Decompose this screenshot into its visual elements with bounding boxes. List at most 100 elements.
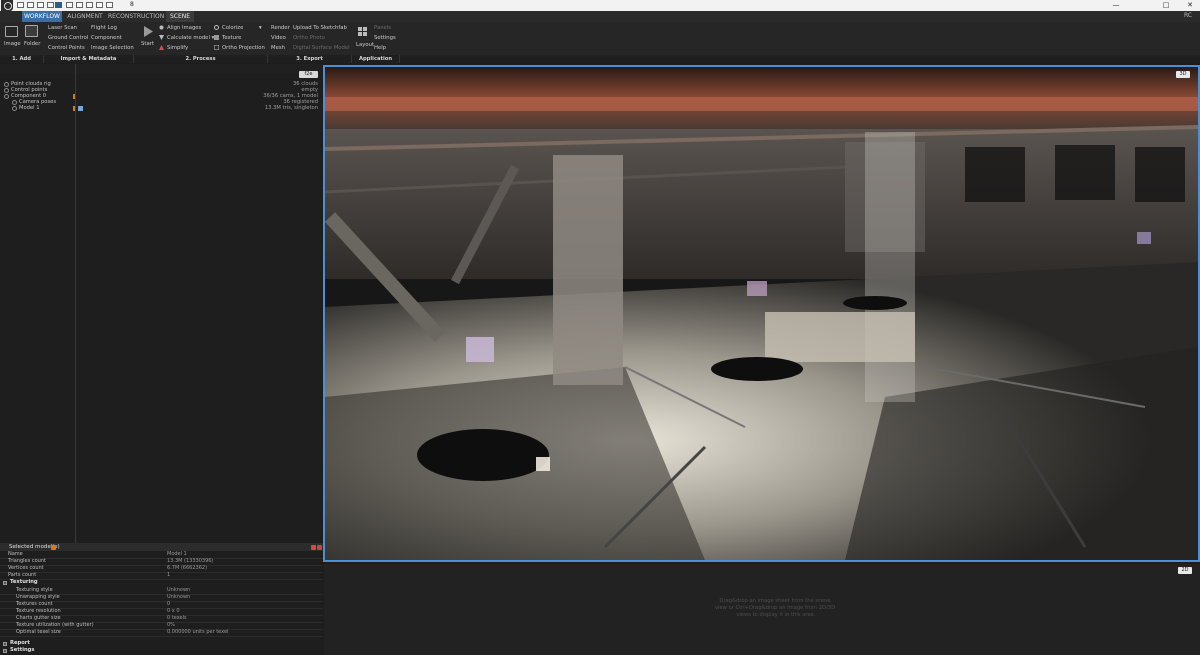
app-logo-icon[interactable] xyxy=(1,0,13,11)
section-texturing[interactable]: Texturing xyxy=(10,579,38,586)
colorize-button[interactable]: Colorize xyxy=(222,25,243,31)
calculate-model-button[interactable]: Calculate model ▾ xyxy=(167,35,214,41)
prop-value: 0.000000 units per texel xyxy=(167,629,229,635)
component-icon xyxy=(4,94,9,99)
drop-hint-line-3: views to display it in this area xyxy=(736,612,814,618)
help-button[interactable]: Help xyxy=(374,45,386,51)
quick-layout6-icon[interactable] xyxy=(96,2,103,8)
prop-key: Texture resolution xyxy=(16,608,61,614)
point-clouds-icon xyxy=(4,82,9,87)
texturing-expand-icon[interactable] xyxy=(3,581,7,585)
section-process: 2. Process xyxy=(134,55,268,63)
texture-button[interactable]: Texture xyxy=(222,35,241,41)
settings-expand-icon[interactable] xyxy=(3,649,7,653)
section-settings[interactable]: Settings xyxy=(10,647,35,654)
tree-filter-button[interactable]: f2e xyxy=(299,71,318,78)
quick-new-icon[interactable] xyxy=(17,2,24,8)
colorize-dropdown-icon[interactable]: ▾ xyxy=(259,25,262,31)
quick-layout4-icon[interactable] xyxy=(76,2,83,8)
point-cloud-scene[interactable] xyxy=(325,67,1198,560)
mesh-button[interactable]: Mesh xyxy=(271,45,285,51)
tab-workflow[interactable]: WORKFLOW xyxy=(22,11,62,22)
maximize-button[interactable]: □ xyxy=(1158,0,1174,11)
project-tree-panel xyxy=(0,64,322,543)
render-button[interactable]: Render xyxy=(271,25,290,31)
view-3d-badge[interactable]: 3D xyxy=(1176,71,1190,78)
start-icon[interactable] xyxy=(142,25,154,38)
control-points-button[interactable]: Control Points xyxy=(48,45,85,51)
simplify-button[interactable]: Simplify xyxy=(167,45,188,51)
image-button[interactable]: Image xyxy=(4,41,21,47)
tab-reconstruction[interactable]: RECONSTRUCTION xyxy=(108,11,164,22)
section-import-metadata: Import & Metadata xyxy=(44,55,134,63)
properties-close-icon[interactable] xyxy=(317,545,322,550)
ortho-photo-button[interactable]: Ortho Photo xyxy=(293,35,325,41)
view-2d-badge[interactable]: 2D xyxy=(1178,567,1192,574)
image-selection-button[interactable]: Image Selection xyxy=(91,45,134,51)
start-button[interactable]: Start xyxy=(141,41,154,47)
properties-status-icon xyxy=(51,545,56,550)
column-cloud xyxy=(553,155,623,385)
viewport-3d[interactable]: 3D xyxy=(323,65,1200,562)
tab-alignment[interactable]: ALIGNMENT xyxy=(64,11,106,22)
flight-log-button[interactable]: Flight Log xyxy=(91,25,117,31)
prop-value: Unknown xyxy=(167,594,191,600)
prop-key: Unwrapping style xyxy=(16,594,60,600)
ribbon-sections: 1. Add imagery Import & Metadata 2. Proc… xyxy=(0,55,1200,70)
prop-value[interactable]: Model 1 xyxy=(167,551,187,558)
minimize-button[interactable]: — xyxy=(1108,0,1124,11)
calculate-model-icon xyxy=(159,35,164,40)
close-button[interactable]: ✕ xyxy=(1182,0,1198,11)
quick-layout7-icon[interactable] xyxy=(106,2,113,8)
ribbon-tabs: WORKFLOW ALIGNMENT RECONSTRUCTION SCENE … xyxy=(0,11,1200,22)
model-selected-mark[interactable] xyxy=(78,106,83,111)
ground-control-button[interactable]: Ground Control xyxy=(48,35,88,41)
quick-open-icon[interactable] xyxy=(27,2,34,8)
dsm-button[interactable]: Digital Surface Model xyxy=(293,45,350,51)
folder-icon[interactable] xyxy=(25,25,38,37)
quick-layout2-icon[interactable] xyxy=(55,2,62,8)
report-expand-icon[interactable] xyxy=(3,642,7,646)
align-images-icon xyxy=(159,25,164,30)
ortho-projection-button[interactable]: Ortho Projection xyxy=(222,45,265,51)
settings-button[interactable]: Settings xyxy=(374,35,396,41)
laser-scan-button[interactable]: Laser Scan xyxy=(48,25,77,31)
quick-layout1-icon[interactable] xyxy=(47,2,54,8)
prop-value: 0 x 0 xyxy=(167,608,180,614)
video-button[interactable]: Video xyxy=(271,35,286,41)
layout-icon[interactable] xyxy=(358,27,368,37)
prop-key: Optimal texel size xyxy=(16,629,61,635)
floor-hole-2 xyxy=(711,357,803,381)
tab-scene[interactable]: SCENE xyxy=(166,11,194,22)
section-report[interactable]: Report xyxy=(10,640,30,647)
section-application: Application xyxy=(352,55,400,63)
folder-button[interactable]: Folder xyxy=(24,41,40,47)
upload-sketchfab-button[interactable]: Upload To Sketchfab xyxy=(293,25,347,31)
align-images-button[interactable]: Align Images xyxy=(167,25,201,31)
properties-pin-icon[interactable] xyxy=(311,545,316,550)
tree-item-model[interactable]: Model 1 xyxy=(19,105,40,111)
image-icon[interactable] xyxy=(5,26,18,37)
model-icon xyxy=(12,106,17,111)
layout-button[interactable]: Layout xyxy=(356,42,374,48)
prop-value: Unknown xyxy=(167,587,191,593)
tree-column-divider[interactable] xyxy=(75,64,76,543)
control-points-icon xyxy=(4,88,9,93)
texture-icon xyxy=(214,35,219,40)
component-button[interactable]: Component xyxy=(91,35,122,41)
prop-key: Texture utilization (with gutter) xyxy=(16,622,94,628)
quick-save-icon[interactable] xyxy=(37,2,44,8)
camera-poses-icon xyxy=(12,100,17,105)
camera-marker-2[interactable] xyxy=(747,281,767,296)
camera-marker-1[interactable] xyxy=(466,337,494,362)
quick-layout5-icon[interactable] xyxy=(86,2,93,8)
camera-marker-3[interactable] xyxy=(1137,232,1151,244)
colorize-icon xyxy=(214,25,219,30)
panels-button[interactable]: Panels xyxy=(374,25,391,31)
prop-value: 0 texels xyxy=(167,615,187,621)
quick-layout3-icon[interactable] xyxy=(66,2,73,8)
prop-key: Triangles count xyxy=(8,558,46,564)
prop-key: Charts gutter size xyxy=(16,615,61,621)
prop-value: 1 xyxy=(167,572,171,578)
ortho-projection-icon xyxy=(214,45,219,50)
